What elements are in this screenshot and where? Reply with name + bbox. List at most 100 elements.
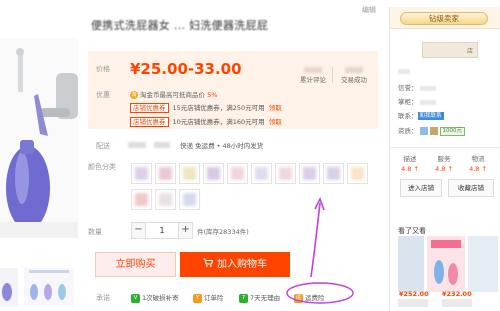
promises-label: 承诺 xyxy=(96,294,110,302)
swatch-image xyxy=(255,167,268,180)
price-panel: 价格 ¥25.00-33.00 累计评论 交易成功 优惠 淘淘金币最高可抵商品价… xyxy=(88,51,378,129)
shop-name-card[interactable]: 店 xyxy=(422,42,478,58)
decrease-button[interactable]: − xyxy=(131,222,146,239)
promise-item[interactable]: Y 订单险 xyxy=(193,292,224,303)
score-value: 4.8 ↑ xyxy=(401,165,419,173)
promise-item[interactable]: 运运费险 xyxy=(294,292,325,303)
reviews-label: 累计评论 xyxy=(300,76,326,84)
reviews-count-blurred xyxy=(304,67,322,73)
recommended-price: ¥252.00 xyxy=(399,290,429,298)
color-swatch[interactable] xyxy=(179,163,200,184)
score-description: 描述 4.8 ↑ xyxy=(394,153,426,173)
promise-item[interactable]: 7 7天无理由 xyxy=(239,292,280,303)
recommended-product[interactable] xyxy=(398,236,424,292)
promise-text: 订单险 xyxy=(204,294,224,302)
color-swatch[interactable] xyxy=(179,189,200,210)
reputation-value-blurred xyxy=(419,85,436,91)
add-to-cart-label: 加入购物车 xyxy=(217,259,267,270)
score-service: 服务 4.8 ↑ xyxy=(428,153,460,173)
coupon-claim-link[interactable]: 领取 xyxy=(269,104,282,112)
sales-count-blurred xyxy=(345,67,363,73)
seller-header: 钻级卖家 xyxy=(390,7,500,29)
swatch-image xyxy=(303,167,316,180)
color-swatch[interactable] xyxy=(347,163,368,184)
color-swatch[interactable] xyxy=(155,189,176,210)
medal-icon xyxy=(429,127,438,135)
swatch-image xyxy=(159,193,172,206)
seller-sidebar: 钻级卖家 店 信誉： 掌柜： 联系： 和我联系 资质： 1000元 描述 4.8 ↑… xyxy=(389,7,500,311)
shipping-insurance-icon: 运 xyxy=(294,293,303,303)
qualification-row: 资质： 1000元 xyxy=(398,125,465,136)
swatch-image xyxy=(159,167,172,180)
recommended-product[interactable] xyxy=(468,236,498,292)
contact-seller-button[interactable]: 和我联系 xyxy=(417,112,444,120)
product-title-bar: 便携式洗屁器女 ... 妇洗便器洗屁屁 xyxy=(88,0,378,40)
thumbnail-image xyxy=(24,268,74,306)
promise-text: 运费险 xyxy=(305,294,325,302)
promise-item[interactable]: V 1次破损补寄 xyxy=(131,292,179,303)
qualification-label: 资质： xyxy=(398,127,418,135)
sales-label: 交易成功 xyxy=(341,76,367,84)
cart-icon xyxy=(203,254,214,277)
seller-level-badge: 钻级卖家 xyxy=(400,12,488,25)
recommended-product[interactable] xyxy=(427,236,465,292)
enter-shop-button[interactable]: 进入店铺 xyxy=(400,179,442,197)
promise-text: 1次破损补寄 xyxy=(142,294,179,302)
buy-now-button[interactable]: 立即购买 xyxy=(95,252,176,277)
destination-blurred[interactable] xyxy=(154,142,170,148)
favorite-shop-button[interactable]: 收藏店铺 xyxy=(448,179,494,197)
shipping-info: 快递 免运费 • 48小时内发货 xyxy=(180,142,264,150)
quantity-input[interactable]: 1 xyxy=(146,222,178,239)
coin-icon: 淘 xyxy=(130,91,138,99)
increase-button[interactable]: + xyxy=(178,222,193,239)
color-swatch[interactable] xyxy=(323,163,344,184)
sales-stat[interactable]: 交易成功 xyxy=(335,67,373,84)
swatch-image xyxy=(327,167,340,180)
color-swatch[interactable] xyxy=(251,163,272,184)
color-swatch[interactable] xyxy=(131,189,152,210)
score-label: 描述 xyxy=(403,155,417,163)
swatch-image xyxy=(135,167,148,180)
thumbnail[interactable] xyxy=(24,268,74,306)
color-swatch[interactable] xyxy=(155,163,176,184)
coin-rate: 5% xyxy=(207,91,218,99)
score-value: 4.8 ↑ xyxy=(469,165,487,173)
add-to-cart-button[interactable]: 加入购物车 xyxy=(180,252,290,277)
thumbnail-image xyxy=(0,268,18,306)
color-swatch[interactable] xyxy=(203,163,224,184)
swatch-image xyxy=(231,167,244,180)
contact-label: 联系： xyxy=(398,112,418,120)
color-swatch[interactable] xyxy=(227,163,248,184)
thumbnail[interactable] xyxy=(0,268,18,306)
score-label: 物流 xyxy=(471,155,485,163)
also-viewed-title: 看了又看 xyxy=(398,227,426,235)
coupon-tag: 店铺优惠券 xyxy=(130,103,169,113)
shipping-row: 配送 快递 免运费 • 48小时内发货 xyxy=(88,139,378,153)
seller-name-row xyxy=(398,67,410,75)
color-label: 颜色分类 xyxy=(88,163,116,171)
wangwang-row: 掌柜： xyxy=(398,96,436,106)
promo-label: 优惠 xyxy=(96,91,110,99)
seller-name-blurred xyxy=(398,68,410,74)
edit-link[interactable]: 编辑 xyxy=(362,5,376,15)
coupon-text: 15元店铺优惠券，满250元可用 xyxy=(172,104,265,112)
swatch-image xyxy=(183,193,196,206)
price-label: 价格 xyxy=(96,65,110,73)
color-swatch[interactable] xyxy=(299,163,320,184)
shop-name: 店 xyxy=(466,48,473,55)
color-swatch[interactable] xyxy=(131,163,152,184)
reputation-row: 信誉： xyxy=(398,82,436,92)
certified-icon xyxy=(419,127,428,135)
recommended-product-image xyxy=(427,236,465,292)
recommended-info-blurred xyxy=(442,299,472,307)
origin-blurred xyxy=(128,142,146,148)
coupon-claim-link[interactable]: 领取 xyxy=(269,118,282,126)
shipping-label: 配送 xyxy=(96,142,110,150)
product-main-image[interactable] xyxy=(0,38,78,238)
contact-row: 联系： 和我联系 xyxy=(398,110,444,120)
reviews-stat[interactable]: 累计评论 xyxy=(294,67,332,84)
recommended-info-blurred xyxy=(398,299,428,307)
color-swatch[interactable] xyxy=(275,163,296,184)
promise-text: 7天无理由 xyxy=(250,294,281,302)
product-photo xyxy=(0,38,78,238)
